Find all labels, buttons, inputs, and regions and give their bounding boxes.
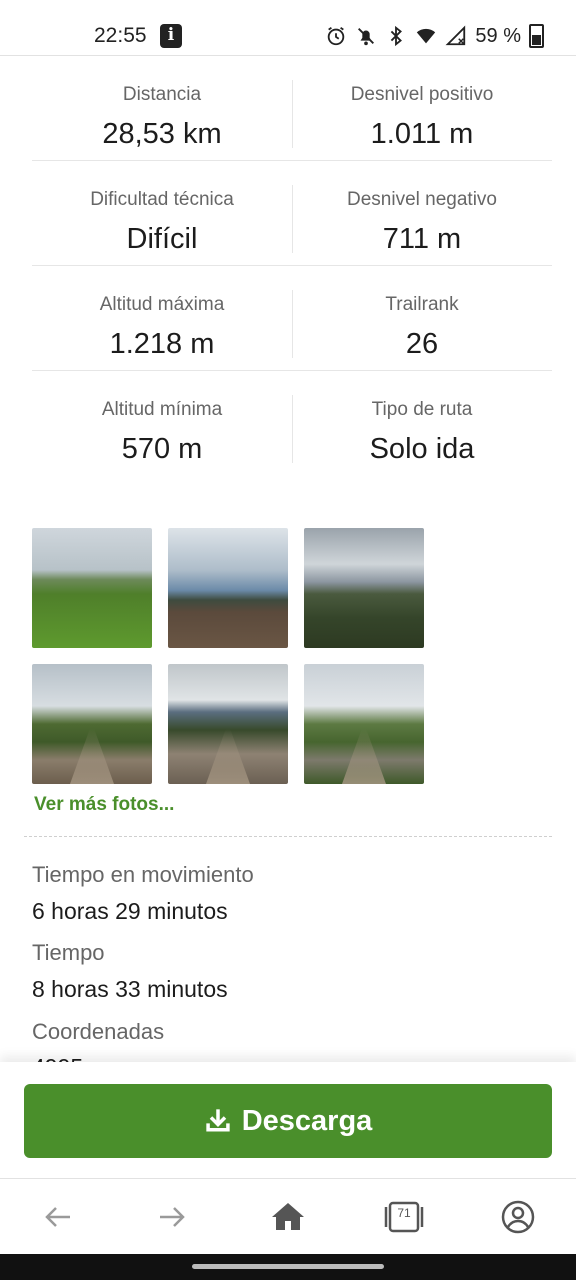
total-time-label: Tiempo [32, 940, 105, 965]
stat-label: Desnivel positivo [350, 84, 494, 105]
photo-thumbnail[interactable] [32, 664, 152, 784]
stat-elevation-gain: Desnivel positivo 1.011 m [292, 56, 552, 160]
status-time: 22:55 [94, 24, 147, 47]
section-divider [24, 836, 552, 837]
download-icon [206, 1109, 230, 1132]
stat-distance: Distancia 28,53 km [32, 56, 292, 160]
stat-trailrank: Trailrank 26 [292, 266, 552, 370]
stat-label: Altitud mínima [101, 399, 223, 420]
bottom-nav: 71 [0, 1179, 576, 1254]
forward-arrow-icon[interactable] [152, 1197, 192, 1237]
stats-row: Dificultad técnica Difícil Desnivel nega… [32, 161, 552, 266]
profile-icon[interactable] [498, 1197, 538, 1237]
tabs-count: 71 [397, 1206, 411, 1220]
stat-label: Trailrank [385, 294, 459, 315]
stat-value: Difícil [126, 223, 198, 255]
mute-icon [358, 28, 375, 46]
photo-thumbnail[interactable] [168, 664, 288, 784]
status-icons: 59 % [325, 24, 544, 48]
stat-value: 711 m [382, 223, 462, 255]
stats-row: Altitud máxima 1.218 m Trailrank 26 [32, 266, 552, 371]
total-time-value: 8 horas 33 minutos [32, 976, 228, 1002]
info-icon [160, 24, 182, 48]
photo-thumbnail[interactable] [168, 528, 288, 648]
tabs-button[interactable]: 71 [384, 1197, 424, 1237]
battery-percent: 59 % [475, 24, 521, 47]
gesture-handle[interactable] [192, 1264, 384, 1269]
stat-label: Distancia [122, 84, 202, 105]
photo-thumbnail[interactable] [304, 664, 424, 784]
stat-value: 1.218 m [109, 328, 215, 360]
stats-row: Distancia 28,53 km Desnivel positivo 1.0… [32, 56, 552, 161]
stats-row: Altitud mínima 570 m Tipo de ruta Solo i… [32, 371, 552, 475]
stat-max-altitude: Altitud máxima 1.218 m [32, 266, 292, 370]
download-button[interactable]: Descarga [24, 1084, 552, 1158]
status-bar: 22:55 59 % [0, 0, 576, 56]
photo-gallery [32, 528, 424, 784]
home-icon[interactable] [268, 1197, 308, 1237]
download-label: Descarga [241, 1104, 373, 1137]
stat-label: Tipo de ruta [371, 399, 473, 420]
trail-road [206, 729, 250, 784]
moving-time-label: Tiempo en movimiento [32, 862, 254, 887]
gesture-bar [0, 1254, 576, 1280]
stat-min-altitude: Altitud mínima 570 m [32, 371, 292, 475]
bluetooth-icon [391, 25, 403, 47]
alarm-icon [328, 26, 345, 46]
more-photos-link[interactable]: Ver más fotos... [34, 794, 174, 816]
stat-difficulty: Dificultad técnica Difícil [32, 161, 292, 265]
photo-thumbnail[interactable] [304, 528, 424, 648]
stat-route-type: Tipo de ruta Solo ida [292, 371, 552, 475]
stat-value: 570 m [121, 433, 203, 465]
signal-icon [445, 25, 466, 46]
stat-label: Altitud máxima [99, 294, 225, 315]
stat-label: Dificultad técnica [90, 189, 234, 210]
coordinates-label: Coordenadas [32, 1019, 165, 1044]
trail-road [342, 729, 386, 784]
download-bar: Descarga [0, 1062, 576, 1178]
stat-label: Desnivel negativo [347, 189, 497, 210]
stat-value: 26 [405, 328, 439, 360]
route-stats: Distancia 28,53 km Desnivel positivo 1.0… [32, 56, 552, 475]
back-arrow-icon[interactable] [38, 1197, 78, 1237]
wifi-icon [417, 28, 436, 44]
moving-time-value: 6 horas 29 minutos [32, 898, 228, 924]
photo-thumbnail[interactable] [32, 528, 152, 648]
battery-icon [529, 24, 544, 48]
stat-value: 28,53 km [102, 118, 222, 150]
stat-value: Solo ida [369, 433, 475, 465]
stat-value: 1.011 m [370, 118, 474, 150]
stat-elevation-loss: Desnivel negativo 711 m [292, 161, 552, 265]
trail-road [70, 729, 114, 784]
